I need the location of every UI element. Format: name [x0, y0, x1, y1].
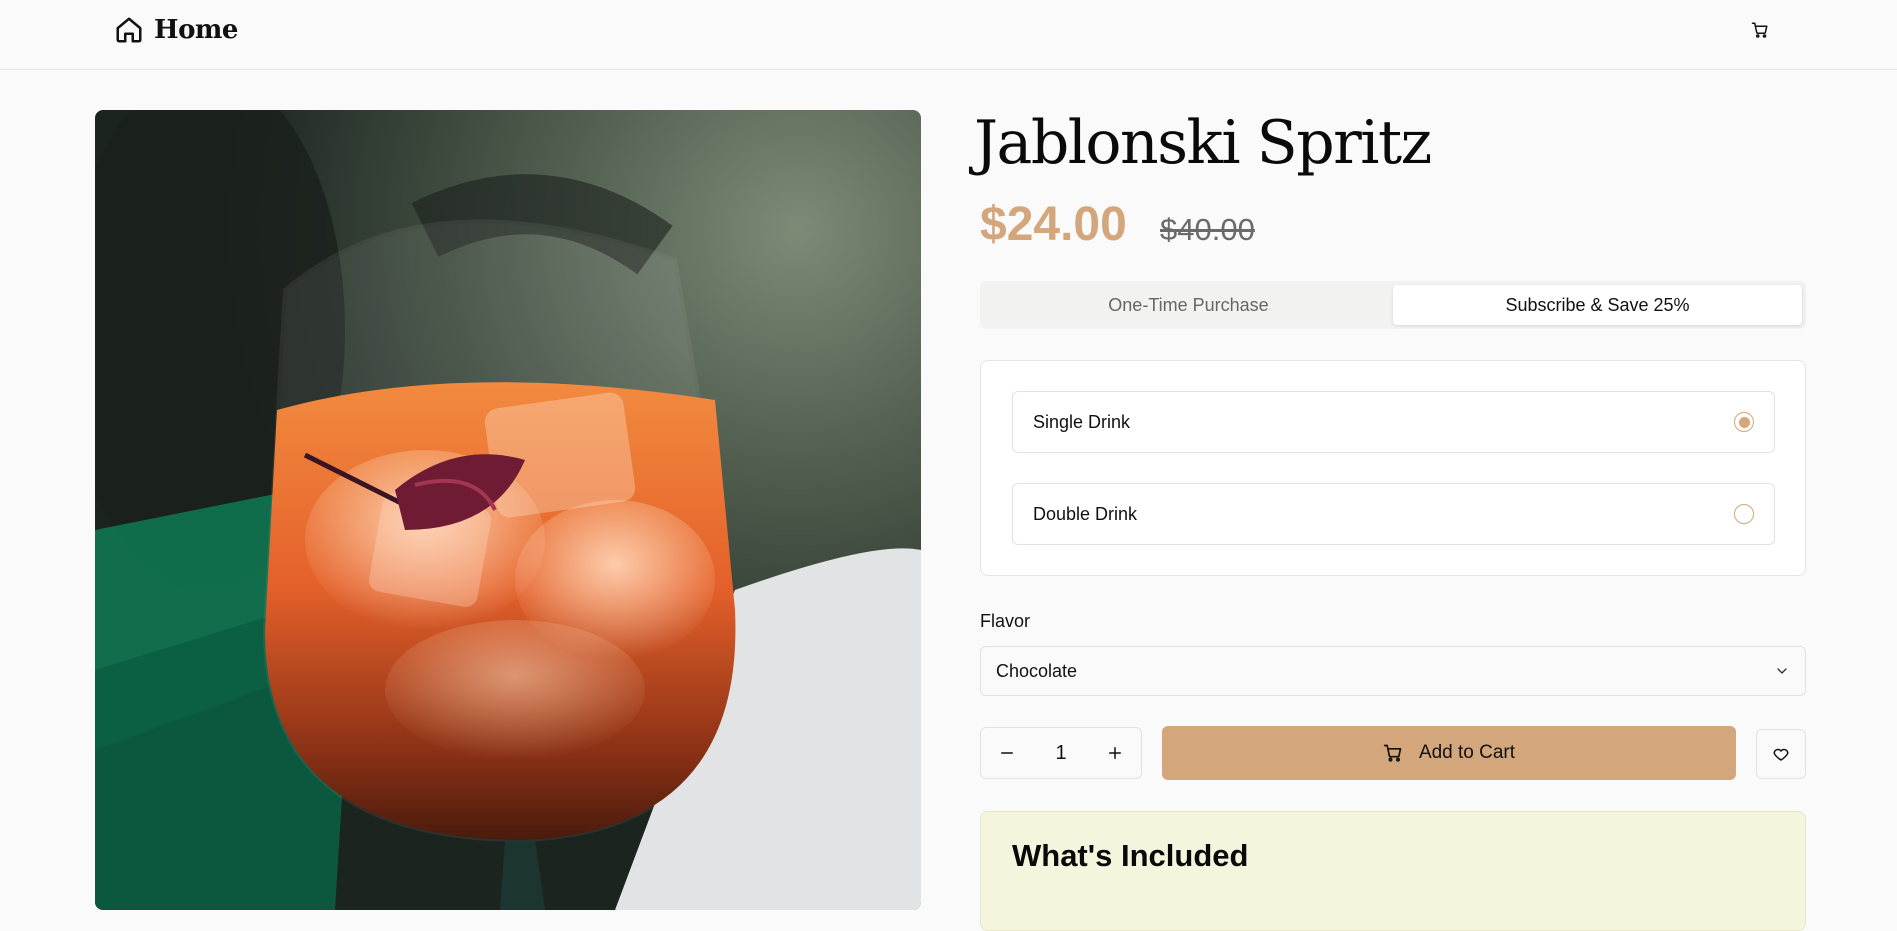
whats-included-title: What's Included	[1012, 838, 1249, 873]
home-label: Home	[154, 15, 238, 45]
decrease-quantity-button[interactable]	[991, 737, 1023, 769]
quantity-value: 1	[1055, 741, 1067, 764]
current-price: $24.00	[980, 198, 1127, 251]
plus-icon	[1109, 747, 1121, 759]
flavor-selected-value: Chocolate	[996, 660, 1078, 681]
quantity-stepper: 1	[980, 727, 1142, 779]
flavor-select[interactable]: Chocolate	[980, 646, 1806, 696]
cocktail-image	[95, 110, 921, 910]
increase-quantity-button[interactable]	[1099, 737, 1131, 769]
minus-icon	[1001, 752, 1013, 754]
option-double-drink[interactable]: Double Drink	[1012, 483, 1775, 545]
product-title: Jablonski Spritz	[974, 108, 1432, 178]
radio-selected[interactable]	[1734, 412, 1754, 432]
top-navigation-bar: Home	[0, 0, 1897, 70]
radio-dot	[1738, 416, 1750, 428]
add-to-cart-button[interactable]: Add to Cart	[1162, 726, 1736, 780]
option-label: Double Drink	[1033, 503, 1138, 524]
cart-icon	[1751, 22, 1768, 38]
home-icon	[116, 17, 142, 43]
purchase-type-tabs: One-Time Purchase Subscribe & Save 25%	[980, 281, 1806, 329]
size-options: Single Drink Double Drink	[980, 360, 1806, 576]
option-label: Single Drink	[1033, 411, 1131, 432]
flavor-label: Flavor	[980, 611, 1031, 631]
cart-icon	[1383, 744, 1402, 762]
wishlist-button[interactable]	[1756, 729, 1806, 779]
product-image	[95, 110, 921, 910]
tab-one-time-purchase[interactable]: One-Time Purchase	[984, 285, 1393, 325]
chevron-down-icon	[1777, 668, 1787, 674]
whats-included-panel: What's Included	[980, 811, 1806, 931]
home-link[interactable]: Home	[114, 13, 238, 47]
cart-button[interactable]	[1748, 18, 1772, 42]
tab-subscribe-save[interactable]: Subscribe & Save 25%	[1393, 285, 1802, 325]
heart-icon	[1773, 748, 1789, 761]
option-single-drink[interactable]: Single Drink	[1012, 391, 1775, 453]
add-to-cart-label: Add to Cart	[1418, 742, 1516, 763]
original-price: $40.00	[1160, 212, 1255, 247]
radio-unselected[interactable]	[1734, 504, 1754, 524]
